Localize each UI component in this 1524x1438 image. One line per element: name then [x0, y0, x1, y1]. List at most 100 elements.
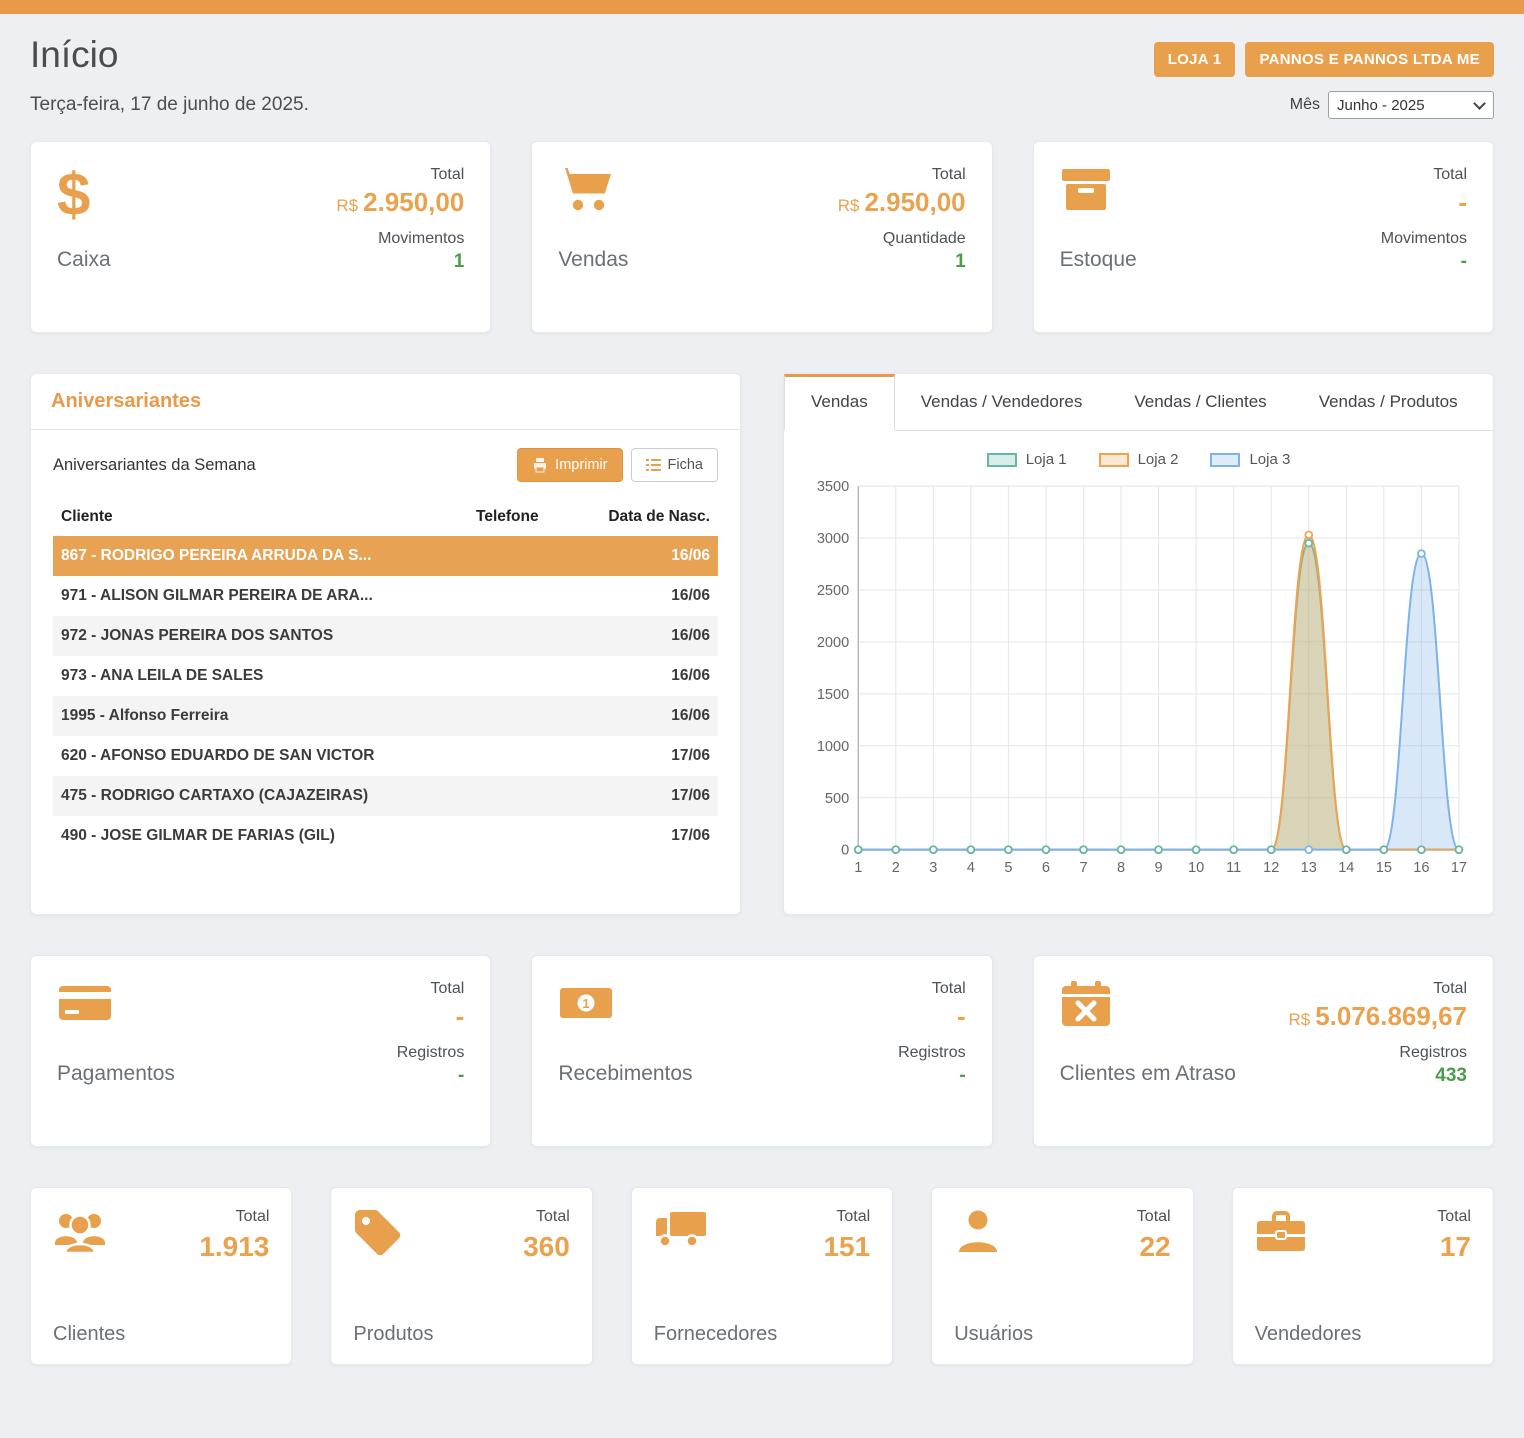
- table-row[interactable]: 1995 - Alfonso Ferreira16/06: [53, 696, 718, 736]
- client-name: 490 - JOSE GILMAR DE FARIAS (GIL): [53, 816, 468, 856]
- client-name: 1995 - Alfonso Ferreira: [53, 696, 468, 736]
- legend-loja2[interactable]: Loja 2: [1099, 451, 1179, 468]
- svg-text:5: 5: [1004, 860, 1012, 876]
- clientes-atraso-registros-value: 433: [1435, 1065, 1467, 1087]
- estoque-total-value: -: [1458, 187, 1467, 218]
- svg-text:10: 10: [1188, 860, 1204, 876]
- clientes-count: 1.913: [199, 1231, 269, 1263]
- birth-date: 17/06: [598, 776, 718, 816]
- svg-text:13: 13: [1301, 860, 1317, 876]
- pagamentos-card: Pagamentos Total - Registros -: [30, 955, 491, 1147]
- recebimentos-total-value: -: [957, 1001, 966, 1032]
- company-badge[interactable]: PANNOS E PANNOS LTDA ME: [1245, 42, 1494, 77]
- cart-icon: [558, 166, 628, 230]
- pagamentos-label: Pagamentos: [57, 1062, 175, 1086]
- tag-icon: [353, 1208, 403, 1263]
- svg-text:16: 16: [1413, 860, 1429, 876]
- total-label: Total: [823, 1208, 870, 1226]
- svg-text:12: 12: [1263, 860, 1279, 876]
- clientes-label: Clientes: [53, 1323, 269, 1346]
- movimentos-label: Movimentos: [378, 230, 464, 248]
- credit-card-icon: [57, 980, 175, 1044]
- caixa-total-value: R$2.950,00: [336, 187, 464, 218]
- loja1-swatch: [987, 453, 1017, 467]
- truck-icon: [654, 1208, 708, 1263]
- total-label: Total: [932, 166, 966, 184]
- pagamentos-total-value: -: [456, 1001, 465, 1032]
- table-row[interactable]: 620 - AFONSO EDUARDO DE SAN VICTOR17/06: [53, 736, 718, 776]
- tab-vendas-produtos[interactable]: Vendas / Produtos: [1293, 374, 1484, 430]
- table-row[interactable]: 971 - ALISON GILMAR PEREIRA DE ARA...16/…: [53, 576, 718, 616]
- month-label: Mês: [1290, 96, 1320, 114]
- birth-date: 16/06: [598, 536, 718, 576]
- estoque-card: Estoque Total - Movimentos -: [1033, 141, 1494, 333]
- svg-text:17: 17: [1451, 860, 1467, 876]
- svg-text:2500: 2500: [817, 583, 849, 599]
- svg-text:0: 0: [841, 843, 849, 859]
- col-data-nasc: Data de Nasc.: [598, 498, 718, 536]
- aniversariantes-panel: Aniversariantes Aniversariantes da Seman…: [30, 373, 741, 915]
- aniversariantes-subtitle: Aniversariantes da Semana: [53, 456, 256, 475]
- ficha-button[interactable]: Ficha: [631, 448, 718, 482]
- vendas-quantidade-value: 1: [955, 251, 966, 273]
- svg-text:3500: 3500: [817, 479, 849, 495]
- current-date: Terça-feira, 17 de junho de 2025.: [30, 94, 309, 116]
- tab-vendas-clientes[interactable]: Vendas / Clientes: [1108, 374, 1292, 430]
- caixa-label: Caixa: [57, 248, 111, 272]
- fornecedores-count: 151: [823, 1231, 870, 1263]
- aniversariantes-table: Cliente Telefone Data de Nasc. 867 - ROD…: [53, 498, 718, 856]
- legend-loja3[interactable]: Loja 3: [1210, 451, 1290, 468]
- dollar-icon: $: [57, 166, 111, 230]
- produtos-count: 360: [523, 1231, 570, 1263]
- svg-text:6: 6: [1042, 860, 1050, 876]
- clientes-atraso-total-value: R$5.076.869,67: [1288, 1001, 1467, 1032]
- birth-date: 17/06: [598, 736, 718, 776]
- legend-loja1[interactable]: Loja 1: [987, 451, 1067, 468]
- list-icon: [646, 458, 661, 472]
- svg-text:4: 4: [967, 860, 975, 876]
- col-telefone: Telefone: [468, 498, 598, 536]
- clientes-card: Total 1.913 Clientes: [30, 1187, 292, 1365]
- produtos-label: Produtos: [353, 1323, 569, 1346]
- svg-text:9: 9: [1155, 860, 1163, 876]
- imprimir-button[interactable]: Imprimir: [517, 448, 622, 482]
- sales-area-chart: 0500100015002000250030003500123456789101…: [804, 472, 1473, 886]
- svg-text:2000: 2000: [817, 635, 849, 651]
- top-accent-bar: [0, 0, 1524, 14]
- table-row[interactable]: 972 - JONAS PEREIRA DOS SANTOS16/06: [53, 616, 718, 656]
- table-row[interactable]: 973 - ANA LEILA DE SALES16/06: [53, 656, 718, 696]
- birth-date: 17/06: [598, 816, 718, 856]
- box-icon: [1060, 166, 1137, 230]
- total-label: Total: [932, 980, 966, 998]
- svg-text:1: 1: [854, 860, 862, 876]
- table-row[interactable]: 867 - RODRIGO PEREIRA ARRUDA DA S...16/0…: [53, 536, 718, 576]
- registros-label: Registros: [397, 1044, 465, 1062]
- quantidade-label: Quantidade: [883, 230, 966, 248]
- table-row[interactable]: 475 - RODRIGO CARTAXO (CAJAZEIRAS)17/06: [53, 776, 718, 816]
- produtos-card: Total 360 Produtos: [330, 1187, 592, 1365]
- svg-text:2: 2: [892, 860, 900, 876]
- svg-text:1000: 1000: [817, 739, 849, 755]
- birth-date: 16/06: [598, 656, 718, 696]
- recebimentos-registros-value: -: [959, 1065, 965, 1087]
- loja3-swatch: [1210, 453, 1240, 467]
- svg-text:14: 14: [1338, 860, 1354, 876]
- estoque-movimentos-value: -: [1461, 251, 1467, 273]
- tab-vendas[interactable]: Vendas: [784, 374, 895, 431]
- svg-text:15: 15: [1376, 860, 1392, 876]
- table-row[interactable]: 490 - JOSE GILMAR DE FARIAS (GIL) 17/06: [53, 816, 718, 856]
- svg-text:3000: 3000: [817, 531, 849, 547]
- store-badge[interactable]: LOJA 1: [1154, 42, 1236, 77]
- month-select[interactable]: Junho - 2025: [1328, 91, 1494, 119]
- briefcase-icon: [1255, 1208, 1307, 1263]
- total-label: Total: [431, 980, 465, 998]
- birth-date: 16/06: [598, 576, 718, 616]
- birth-date: 16/06: [598, 616, 718, 656]
- vendedores-label: Vendedores: [1255, 1323, 1471, 1346]
- vendedores-count: 17: [1437, 1231, 1471, 1263]
- users-icon: [53, 1208, 107, 1263]
- caixa-card: $ Caixa Total R$2.950,00 Movimentos 1: [30, 141, 491, 333]
- tab-vendas-vendedores[interactable]: Vendas / Vendedores: [895, 374, 1109, 430]
- page-title: Início: [30, 34, 118, 76]
- registros-label: Registros: [1399, 1044, 1467, 1062]
